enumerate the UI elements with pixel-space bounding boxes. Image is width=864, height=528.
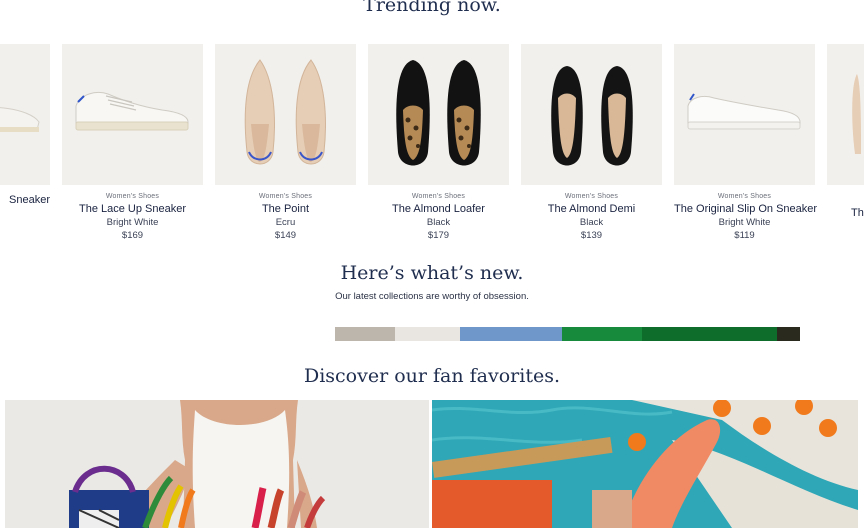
product-card[interactable]: Women's Shoes The Almond Loafer Black $1…: [368, 44, 509, 241]
product-price: $139: [580, 230, 603, 241]
product-price: $119: [734, 230, 755, 241]
product-category: Women's Shoes: [105, 193, 160, 200]
product-card[interactable]: Women's Shoes The Almond Demi Black $139: [521, 44, 662, 241]
product-name[interactable]: Th: [827, 207, 864, 219]
product-name[interactable]: The Point: [215, 203, 356, 215]
collection-tile[interactable]: [395, 327, 460, 341]
product-name[interactable]: Sneaker: [0, 194, 50, 206]
product-image[interactable]: [674, 44, 815, 185]
product-name[interactable]: The Original Slip On Sneaker: [674, 203, 817, 215]
favorites-image-pool-shoe[interactable]: [432, 400, 858, 528]
new-section-subtitle: Our latest collections are worthy of obs…: [335, 291, 529, 302]
product-price: $169: [121, 230, 144, 241]
product-card[interactable]: Women's Shoes The Point Ecru $149: [215, 44, 356, 241]
product-card[interactable]: Women's Shoes The Lace Up Sneaker Bright…: [62, 44, 203, 241]
collection-tile[interactable]: [642, 327, 777, 341]
product-color: Black: [426, 217, 451, 228]
product-category: Women's Shoes: [258, 193, 313, 200]
product-color: Black: [579, 217, 604, 228]
product-category: Women's Shoes: [564, 193, 619, 200]
product-image[interactable]: [521, 44, 662, 185]
trending-heading: Trending now.: [363, 0, 501, 16]
collection-tile[interactable]: [460, 327, 562, 341]
product-card[interactable]: Sneaker: [0, 44, 50, 206]
favorites-heading: Discover our fan favorites.: [303, 365, 561, 387]
product-price: $149: [274, 230, 297, 241]
new-section-heading: Here’s what’s new.: [340, 262, 524, 284]
product-category: Women's Shoes: [411, 193, 466, 200]
product-name[interactable]: The Almond Demi: [521, 203, 662, 215]
product-image[interactable]: [0, 44, 50, 185]
product-name[interactable]: The Lace Up Sneaker: [62, 203, 203, 215]
product-color: Bright White: [106, 217, 159, 228]
product-card[interactable]: Th: [827, 44, 864, 219]
product-category: Women's Shoes: [717, 193, 772, 200]
collection-tile[interactable]: [335, 327, 395, 341]
favorites-image-bags[interactable]: [5, 400, 429, 528]
trending-carousel[interactable]: Sneaker Women's Shoes The Lace Up Sneake…: [0, 44, 864, 254]
collection-tile[interactable]: [777, 327, 800, 341]
product-color: Bright White: [718, 217, 771, 228]
product-name[interactable]: The Almond Loafer: [368, 203, 509, 215]
product-card[interactable]: Women's Shoes The Original Slip On Sneak…: [674, 44, 817, 241]
product-image[interactable]: [62, 44, 203, 185]
product-price: $179: [427, 230, 450, 241]
product-color: Ecru: [275, 217, 296, 228]
collection-tile[interactable]: [562, 327, 642, 341]
new-collection-image-strip[interactable]: [335, 327, 800, 341]
product-image[interactable]: [368, 44, 509, 185]
product-image[interactable]: [827, 44, 864, 185]
product-image[interactable]: [215, 44, 356, 185]
